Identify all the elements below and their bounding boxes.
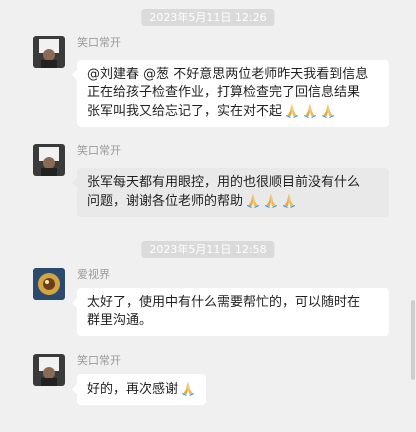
pray-icon <box>281 192 297 208</box>
pray-icon <box>302 102 318 118</box>
message-text-line: @刘建春 @葱 不好意思两位老师昨天我看到信息 <box>87 67 369 82</box>
message-text-line: 正在给孩子检查作业，打算检查完了回信息结果 <box>87 85 361 100</box>
pray-icon <box>180 380 196 396</box>
sender-name: 笑口常开 <box>77 354 121 367</box>
message-text-line-wrap: 问题，谢谢各位老师的帮助 <box>87 192 379 211</box>
message-bubble[interactable]: @刘建春 @葱 不好意思两位老师昨天我看到信息 正在给孩子检查作业，打算检查完了… <box>72 60 389 127</box>
pray-icon <box>284 102 300 118</box>
message-text-line-wrap: 张军叫我又给忘记了，实在对不起 <box>87 102 379 121</box>
pray-icon <box>263 192 279 208</box>
message-bubble[interactable]: 好的，再次感谢 <box>71 374 207 405</box>
message-text-line: 群里沟通。 <box>87 313 153 328</box>
timestamp-badge: 2023年5月11日 12:26 <box>141 9 275 26</box>
timestamp-badge: 2023年5月11日 12:58 <box>141 241 275 258</box>
message-text-line: 问题，谢谢各位老师的帮助 <box>87 194 244 209</box>
avatar[interactable] <box>33 268 65 300</box>
pray-icon <box>245 192 261 208</box>
avatar[interactable] <box>33 36 65 68</box>
sender-name: 笑口常开 <box>77 36 121 49</box>
message-text-line: 太好了，使用中有什么需要帮忙的，可以随时在 <box>87 295 361 310</box>
avatar[interactable] <box>33 354 65 386</box>
message-text-line: 张军叫我又给忘记了，实在对不起 <box>87 104 283 119</box>
avatar[interactable] <box>33 144 65 176</box>
sender-name: 爱视界 <box>77 268 110 281</box>
message-text-line: 张军每天都有用眼控，用的也很顺目前没有什么 <box>87 175 361 190</box>
pray-icon <box>320 102 336 118</box>
message-text-line-wrap: 好的，再次感谢 <box>87 380 196 399</box>
scrollbar-thumb[interactable] <box>411 300 415 380</box>
sender-name: 笑口常开 <box>77 144 121 157</box>
message-text-line: 好的，再次感谢 <box>87 382 179 397</box>
message-bubble[interactable]: 太好了，使用中有什么需要帮忙的，可以随时在 群里沟通。 <box>72 288 389 336</box>
message-bubble[interactable]: 张军每天都有用眼控，用的也很顺目前没有什么 问题，谢谢各位老师的帮助 <box>72 168 389 217</box>
